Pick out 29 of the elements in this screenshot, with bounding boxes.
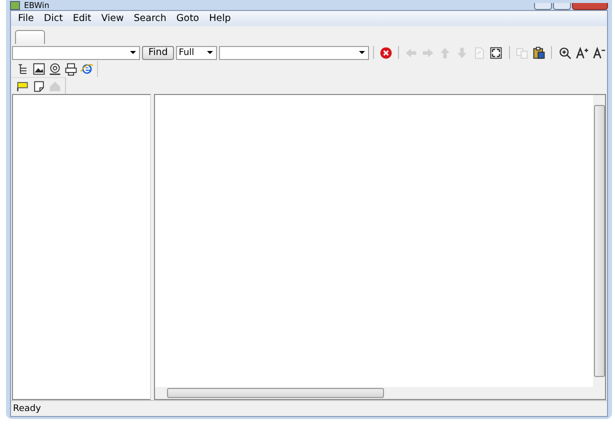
menu-item[interactable]: Edit [68,13,96,24]
clipboard-icon[interactable] [531,44,546,60]
memo-icon[interactable] [31,78,47,94]
printer-icon[interactable] [63,61,79,77]
find-button[interactable]: Find [142,46,174,60]
app-icon [10,1,20,10]
menu-item[interactable]: Goto [171,13,204,24]
search-field[interactable] [12,46,140,60]
menu-item[interactable]: View [96,13,129,24]
browser-icon[interactable] [79,61,95,77]
disc-icon[interactable] [47,61,63,77]
mode-dropdown[interactable]: Full [176,46,218,60]
picture-icon[interactable] [31,61,47,77]
fit-screen-icon[interactable] [488,44,504,60]
status-text: Ready [13,404,41,414]
font-larger-icon[interactable] [574,44,590,60]
dictionary-dropdown[interactable] [219,46,370,60]
zoom-in-icon[interactable] [557,44,572,60]
window-title: EBWin [24,1,50,10]
vertical-scrollbar[interactable] [593,95,605,387]
menu-item[interactable]: Search [128,13,172,24]
menu-item[interactable]: File [13,13,39,24]
menu-item[interactable]: Help [204,13,236,24]
tab[interactable] [15,30,45,44]
stop-icon[interactable] [378,44,393,60]
window-controls[interactable] [534,3,608,10]
font-smaller-icon[interactable] [591,44,606,60]
menu-item[interactable]: Dict [38,13,68,24]
horizontal-scrollbar[interactable] [155,387,593,399]
